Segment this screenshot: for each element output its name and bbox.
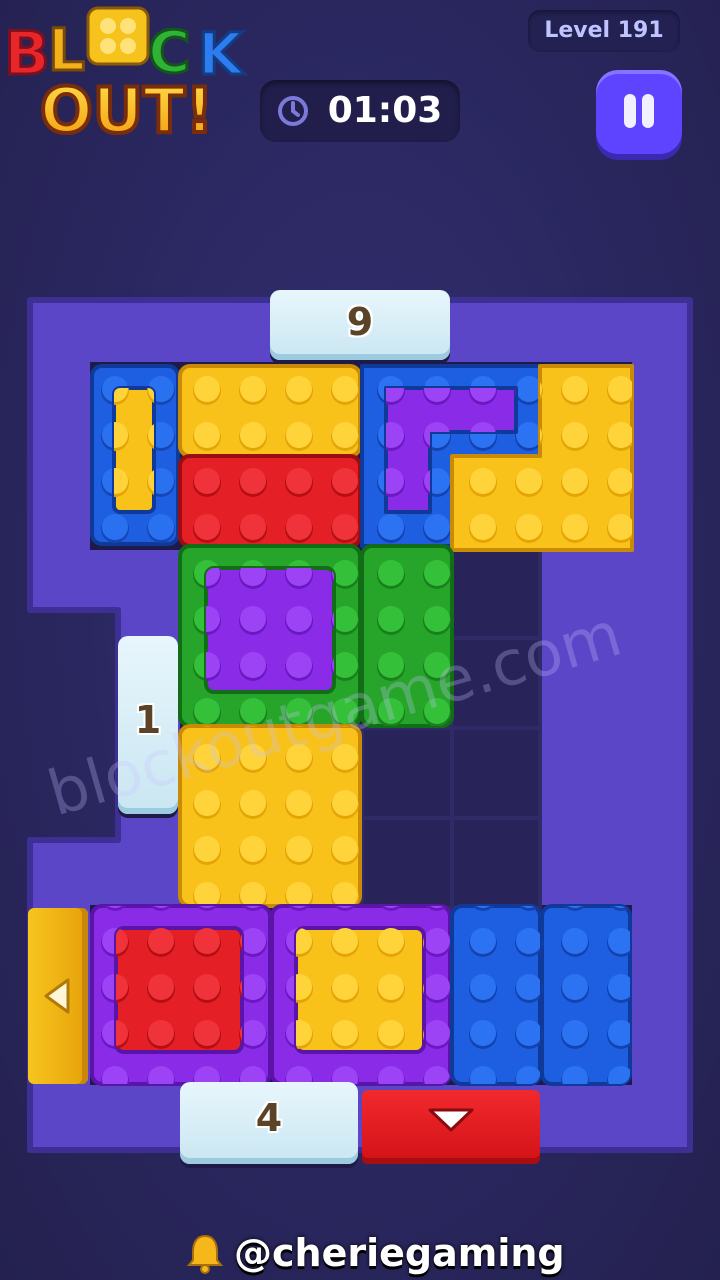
gate-top: 9 [270, 290, 450, 360]
block-blue-vertical-1[interactable] [450, 904, 542, 1086]
block-blue-frame-left[interactable] [90, 364, 180, 546]
creator-handle: @cheriegaming [234, 1231, 565, 1275]
block-purple-frame-yellow[interactable] [270, 904, 452, 1086]
block-purple-frame-red[interactable] [90, 904, 272, 1086]
bell-icon [186, 1234, 224, 1274]
arrow-left-icon [44, 978, 70, 1014]
block-red-top[interactable] [178, 454, 362, 548]
exit-yellow-left [28, 908, 88, 1084]
block-yellow-top[interactable] [178, 364, 362, 458]
gate-bottom-count: 4 [255, 1096, 283, 1140]
arrow-down-icon [428, 1108, 474, 1132]
exit-red-bottom [362, 1090, 540, 1164]
gate-bottom: 4 [180, 1082, 358, 1164]
gate-top-count: 9 [346, 300, 374, 344]
block-blue-vertical-2[interactable] [540, 904, 632, 1086]
